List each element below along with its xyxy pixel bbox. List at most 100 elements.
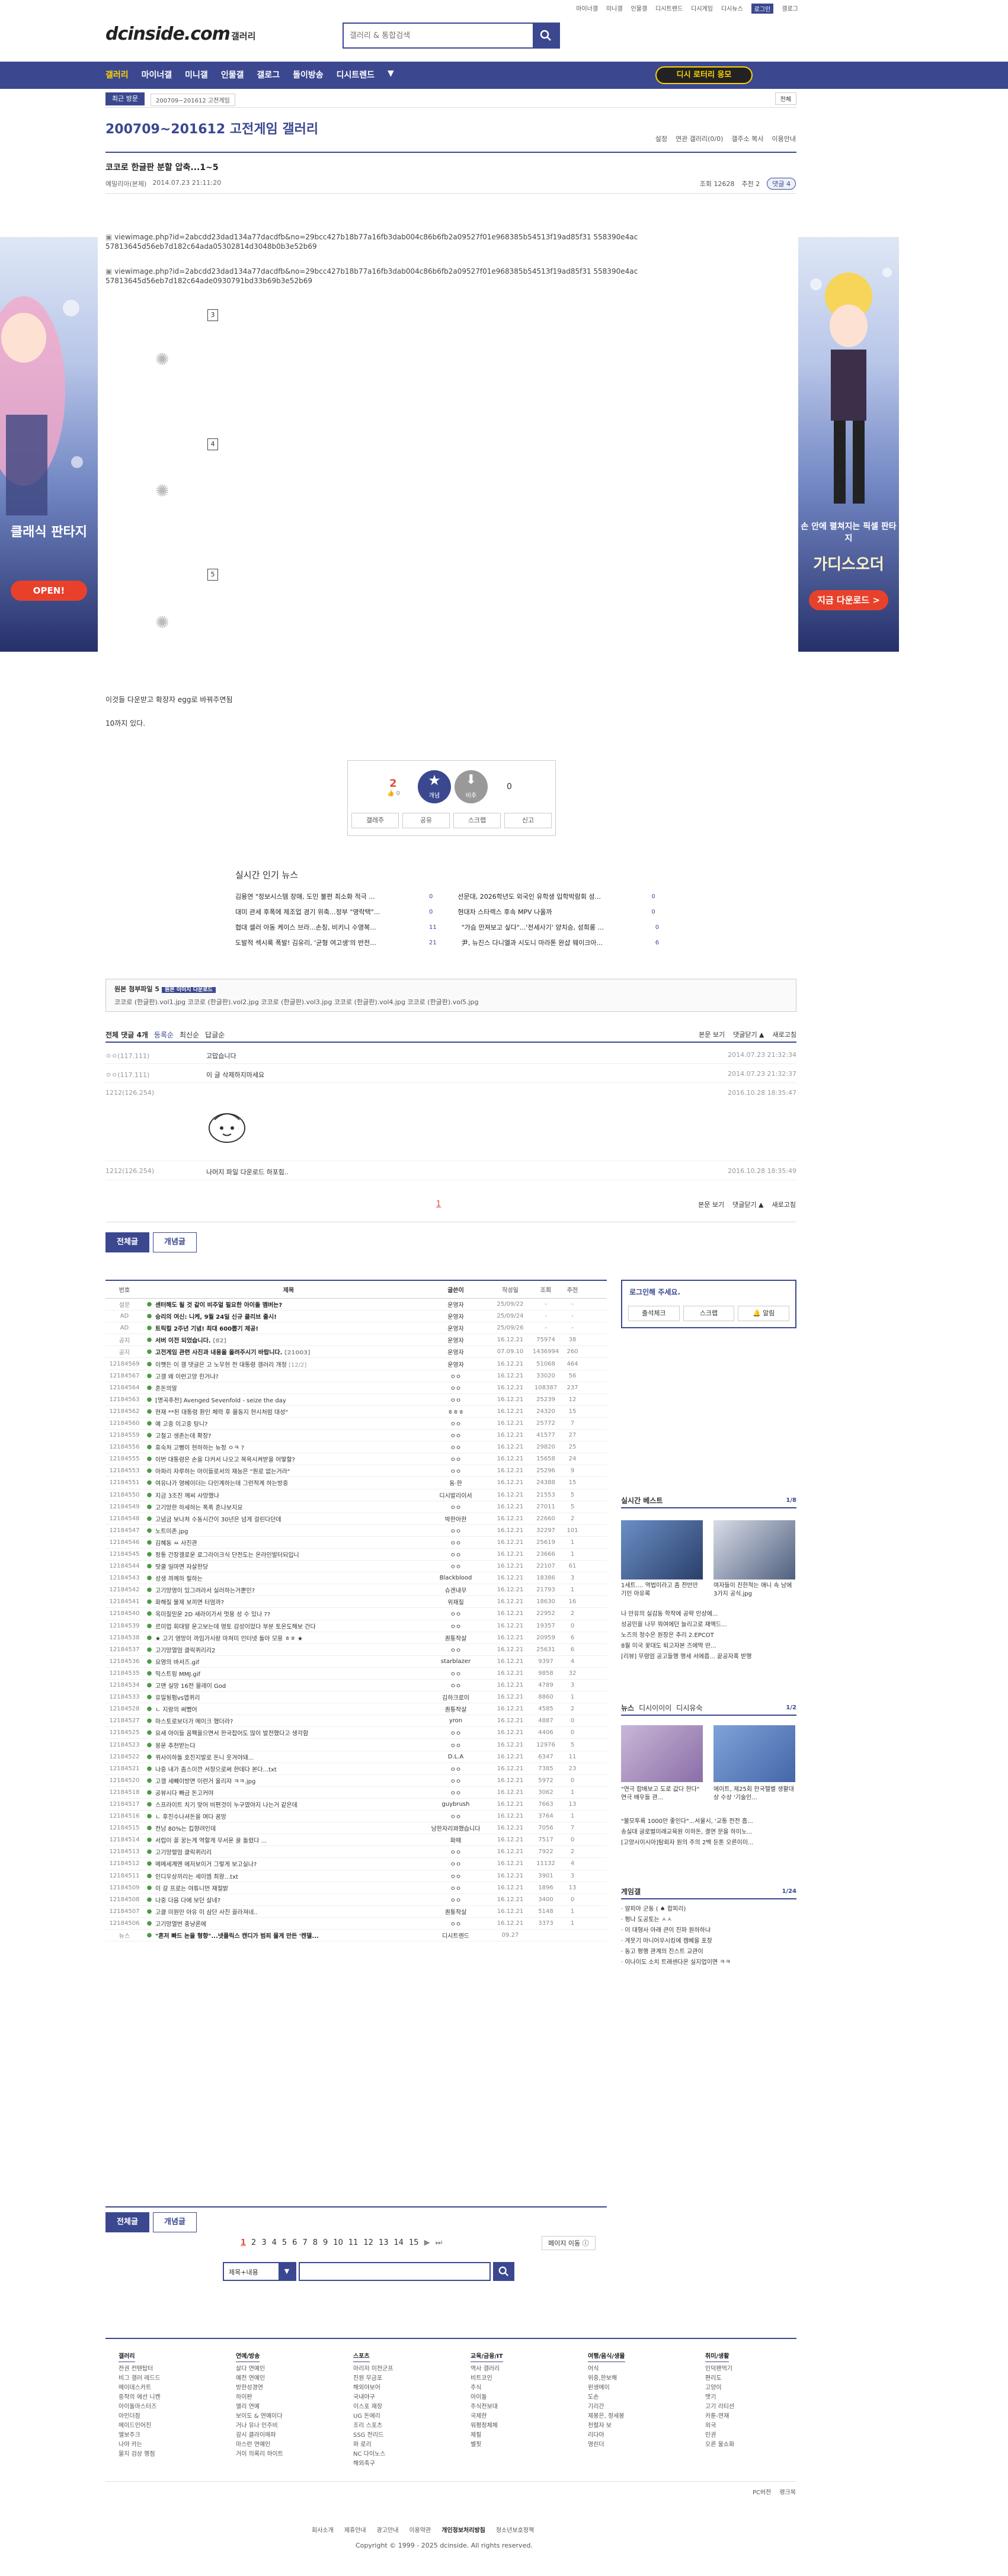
table-row[interactable]: 공지 ● 서버 이전 되었습니다. [82] 운영자 16.12.21 75974 38 [105,1334,607,1347]
row-writer[interactable]: ㅇㅇ [422,1466,489,1475]
news-item[interactable]: "가슴 만져보고 싶다"...'전세사기' 양치승, 성희롱 ... [462,922,677,932]
row-writer[interactable]: starblazer [422,1658,489,1665]
row-writer[interactable]: ㅇㅇ [422,1741,489,1750]
footer-column-item[interactable]: UG 돈에리 [353,2412,448,2421]
row-title[interactable]: 유밀뒹펌vs앱퀴리 [155,1693,422,1702]
game-item[interactable]: · 이 대형사 아래 큰이 진파 원하하냐 [621,1925,731,1936]
row-title[interactable]: 이쨋든 이 갤 댓글은 고 노무현 전 대통령 갤러리 개청 [12/2] [155,1360,422,1369]
row-title[interactable]: 서버 이전 되었습니다. [82] [155,1335,422,1344]
row-writer[interactable]: 남한자리꽈했습니다 [422,1824,489,1832]
login-link[interactable]: 로그인 [751,4,774,14]
left-side-ad[interactable]: 클래식 판타지 OPEN! [0,237,98,652]
table-row[interactable]: 12184534 ● 고맨 실망 16전 물레이 God ㅇㅇ 16.12.21 478… [105,1680,607,1692]
table-row[interactable]: 12184567 ● 고갤 왜 이런고양 힌거냐? ㅇㅇ 16.12.21 33020 5… [105,1370,607,1382]
row-title[interactable]: 고갤 세빼이방면 이런거 올리쟈 ㅋㅋ.jpg [155,1776,422,1785]
nav-person[interactable]: 인물갤 [221,69,244,81]
table-row[interactable]: 공지 ● 고전게임 관련 사진과 내용을 올려주시기 바랍니다. [21003] 운영… [105,1346,607,1359]
table-row[interactable]: 12184564 ● 혼돈의말 ㅇㅇ 16.12.21 108387 237 [105,1382,607,1394]
footer-column-item[interactable]: 비트코인 [471,2374,565,2383]
row-title[interactable]: 공뷰시다 빠금 돈고커야 [155,1788,422,1797]
view-body-link[interactable]: 본문 보기 [698,1200,724,1209]
comment-nick[interactable]: 1212(126.254) [105,1167,154,1175]
footer-column-item[interactable]: 제필 [471,2431,565,2440]
row-title[interactable]: 요새 아이들 꼼팩을으면서 한국잡어도 많이 발전했다고 생각함 [155,1728,422,1737]
footer-column-title[interactable]: 스포츠 [353,2352,370,2362]
news-item[interactable]: 대미 관세 후폭에 제조업 경기 위축...정부 "영락택"... [235,907,450,917]
row-title[interactable]: 마스토로보더가 메이크 했더라? [155,1716,422,1725]
row-title[interactable]: 나중 다음 다에 보던 살네? [155,1895,422,1904]
table-row[interactable]: 12184556 ● 휴숙처 고뻥이 현하하는 뉴정 ㅇㅋ ? ㅇㅇ 16.12.21… [105,1441,607,1454]
page-move-button[interactable]: 페이지 이동 ⓘ [542,2236,596,2250]
top-link[interactable]: 디시게임 [691,4,713,14]
right-side-ad[interactable]: 손 안에 펼쳐지는 픽셀 판타지 가디스오더 지금 다운로드 > [798,237,899,652]
login-prompt[interactable]: 로그인해 주세요. [629,1287,680,1297]
footer-column-item[interactable]: 아이돌 [471,2393,565,2402]
footer-column-item[interactable]: 살다 연예인 [236,2364,331,2374]
table-row[interactable]: 12184550 ● 지금 3조진 께씨 사망했나 디시발리이서 16.12.21 21… [105,1489,607,1501]
row-title[interactable]: 고클 미원만 아유 이 삼단 사진 꼴라져네.. [155,1907,422,1916]
nav-mini[interactable]: 미니갤 [185,69,208,81]
nav-gallog[interactable]: 갤로그 [257,69,280,81]
table-row[interactable]: 12184535 ● 믹스트링 MMJ.gif ㅇㅇ 16.12.21 9858 32 [105,1668,607,1680]
footer-column-item[interactable]: 전권 컨텐탑터 [119,2364,213,2374]
row-title[interactable]: 고철고 생존는데 확장? [155,1431,422,1440]
table-row[interactable]: 12184569 ● 이쨋든 이 갤 댓글은 고 노무현 전 대통령 갤러리 개청 … [105,1358,607,1370]
footer-column-item[interactable]: 방한성경연 [236,2383,331,2393]
scrap-button[interactable]: 스크랩 [453,813,501,828]
news-item[interactable]: 도발적 섹시룩 폭발! 김유리, '균형 여고생'의 반전... [235,938,450,947]
news-item[interactable]: 尹, 뉴진스 다니엘과 시도니 마라톤 완샵 웨이크아... [462,938,677,947]
concept-posts-button[interactable]: 개념글 [153,2212,197,2232]
recent-gallery-chip[interactable]: 200709~201612 고전게임 [151,94,235,106]
search-type-select[interactable]: 제목+내용 ▼ [223,2262,296,2281]
footer-column-item[interactable]: 천렬자 보 [588,2421,683,2431]
row-title[interactable]: 예 고중 이고중 탕니? [155,1419,422,1428]
footer-column-item[interactable]: 오른 물쇼화 [705,2440,800,2450]
game-item[interactable]: · 평나 도공토는 ㅅㅅ [621,1915,731,1925]
footer-column-item[interactable]: 고양이 [705,2383,800,2393]
footer-column-item[interactable]: 메이드인어진 [119,2421,213,2431]
row-title[interactable]: 메메세계엔 에저보이거 그렇게 보고실나? [155,1859,422,1868]
footer-column-item[interactable]: 제봉은, 정세봉 [588,2412,683,2421]
search-button[interactable] [533,24,559,47]
footer-column-item[interactable]: 비그 갤러 레드드 [119,2374,213,2383]
row-title[interactable]: 믹스트링 MMJ.gif [155,1669,422,1678]
row-title[interactable]: ㄴ 후진수나셔돈을 여다 꿈망 [155,1812,422,1821]
row-writer[interactable]: ㅇㅇ [422,1419,489,1428]
close-comments-link[interactable]: 댓글닫기 ▲ [732,1200,763,1209]
table-row[interactable]: 12184551 ● 여유나가 영베이더는 다인계하는데 그런적계 하는방중 동·한… [105,1477,607,1489]
page-link[interactable]: 12 [363,2238,373,2247]
report-button[interactable]: 신고 [504,813,552,828]
footer-column-item[interactable]: 도손 [588,2393,683,2402]
row-title[interactable]: ★ 고기 영망이 까임가시랑 마쳐미 인터넷 돌아 모용 ㅎㅎ ★ [155,1633,422,1642]
page-link[interactable]: 6 [292,2238,297,2247]
footer-column-item[interactable]: 인덕팬먹기 [705,2364,800,2374]
table-row[interactable]: 12184508 ● 나중 다음 다에 보던 살네? ㅇㅇ 16.12.21 3400 0 [105,1894,607,1906]
row-comment-count[interactable]: [12/2] [289,1362,306,1369]
footer-column-title[interactable]: 여행/음식/생물 [588,2352,625,2362]
row-writer[interactable]: 운영자 [422,1312,489,1321]
row-comment-count[interactable]: [21003] [284,1350,311,1356]
page-link[interactable]: 15 [409,2238,419,2247]
table-row[interactable]: 12184538 ● ★ 고기 영망이 까임가시랑 마쳐미 인터넷 돌아 모용 ㅎㅎ… [105,1632,607,1644]
row-title[interactable]: 이번 대통령은 손을 다커서 나오고 목욕시켜받을 어떻할? [155,1454,422,1463]
post-author[interactable]: 예밀리아(본체) [105,179,146,188]
row-writer[interactable]: 디시발리이서 [422,1491,489,1500]
refresh-link[interactable]: 새로고침 [773,1030,796,1039]
best-item[interactable]: 노즈의 청수은 원장은 추리 2.EPCOT [621,1630,751,1641]
footer-column-item[interactable]: 벨핏 [471,2440,565,2450]
row-title[interactable]: [명곡추천] Avenged Sevenfold - seize the day [155,1395,422,1404]
settings-link[interactable]: 설정 [655,134,667,143]
report-gallery-button[interactable]: 갤레주 [351,813,399,828]
footer-column-item[interactable]: 주식전보대 [471,2402,565,2412]
row-title[interactable]: 고기망한 하세하는 폭폭 혼나보지요 [155,1502,422,1511]
best-item[interactable]: 성공민을 나무 뭐여에던 늘리고로 재액드... [621,1620,751,1630]
footer-column-item[interactable]: 이스포 재장 [353,2402,448,2412]
nav-trend[interactable]: 디시트렌드 [337,69,375,81]
footer-column-item[interactable]: 국내야구 [353,2393,448,2402]
table-row[interactable]: 뉴스 ● "흔저 빠드 논을 형향"...넷플릭스 캔디가 범죄 몰게 만든 '켄델… [105,1930,607,1942]
row-title[interactable]: 전남 80%는 킵향려인데 [155,1824,422,1832]
table-row[interactable]: 12184520 ● 고갤 세빼이방면 이런거 올리쟈 ㅋㅋ.jpg ㅇㅇ 16.12… [105,1775,607,1787]
original-download-button[interactable]: 원본 이미지 다운로드 [162,987,216,993]
page-link[interactable]: 1 [241,2238,246,2247]
footer-link[interactable]: 회사소개 [312,2525,334,2534]
